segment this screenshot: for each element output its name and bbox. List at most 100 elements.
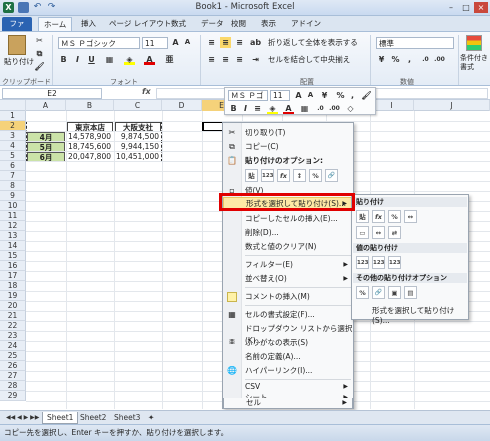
paste-option-button[interactable]: %	[309, 169, 322, 182]
menu-item-sort[interactable]: 並べ替え(O) ▶	[223, 273, 353, 285]
align-center-icon[interactable]: ≡	[220, 54, 231, 65]
paste-button[interactable]: 貼り付け	[4, 56, 34, 68]
shrink-font-icon[interactable]: A	[182, 37, 193, 48]
submenu-paste-special-item[interactable]: 形式を選択して貼り付け(S)...	[372, 305, 468, 325]
border-icon[interactable]: ▦	[104, 54, 115, 65]
row-header[interactable]: 19	[0, 291, 26, 301]
submenu-paste-button[interactable]: 貼	[356, 210, 369, 223]
select-all-corner[interactable]	[0, 100, 26, 111]
submenu-paste-button-row2[interactable]: ⇄	[388, 226, 401, 239]
column-header[interactable]: B	[66, 100, 114, 111]
column-header[interactable]: I	[370, 100, 414, 111]
sheet-nav-icon[interactable]: ◀◀ ◀ ▶ ▶▶	[2, 412, 43, 424]
conditional-format-icon[interactable]	[466, 35, 482, 51]
comma-icon[interactable]: ,	[404, 54, 415, 65]
increase-decimal-icon[interactable]: .0	[420, 54, 431, 65]
mini-font-color-icon[interactable]: A	[283, 103, 294, 114]
row-header[interactable]: 18	[0, 281, 26, 291]
tab-review[interactable]: 校閲	[226, 17, 251, 31]
row-header[interactable]: 4	[0, 141, 26, 151]
row-header[interactable]: 28	[0, 381, 26, 391]
mini-border-icon[interactable]: ▦	[299, 103, 310, 114]
submenu-other-button[interactable]: ▣	[388, 286, 401, 299]
row-header[interactable]: 16	[0, 261, 26, 271]
mini-eraser-icon[interactable]: ◇	[345, 103, 356, 114]
wrap-text-button[interactable]: 折り返して全体を表示する	[268, 37, 358, 49]
currency-icon[interactable]: ¥	[376, 54, 387, 65]
row-header[interactable]: 21	[0, 311, 26, 321]
name-box[interactable]: E2	[2, 88, 102, 99]
mini-size-select[interactable]: 11	[270, 90, 290, 101]
sheet-tab[interactable]: Sheet1	[42, 412, 79, 424]
row-header[interactable]: 3	[0, 131, 26, 141]
align-top-icon[interactable]: ≡	[206, 37, 217, 48]
row-header[interactable]: 10	[0, 201, 26, 211]
row-header[interactable]: 8	[0, 181, 26, 191]
align-right-icon[interactable]: ≡	[234, 54, 245, 65]
row-header[interactable]: 7	[0, 171, 26, 181]
menu-item-insert-copied[interactable]: コピーしたセルの挿入(E)...	[223, 213, 353, 225]
mini-percent-icon[interactable]: %	[335, 90, 346, 101]
menu-item-cell[interactable]: セル ▶	[223, 398, 353, 408]
row-header[interactable]: 13	[0, 231, 26, 241]
mini-italic-icon[interactable]: I	[240, 103, 251, 114]
format-painter-icon[interactable]: 🖌	[34, 61, 45, 72]
row-header[interactable]: 17	[0, 271, 26, 281]
align-left-icon[interactable]: ≡	[206, 54, 217, 65]
fill-color-icon[interactable]: ◈	[124, 54, 135, 65]
column-header[interactable]: D	[162, 100, 202, 111]
submenu-paste-button[interactable]: %	[388, 210, 401, 223]
row-header[interactable]: 1	[0, 111, 26, 121]
submenu-values-button[interactable]: 123	[388, 256, 401, 269]
italic-icon[interactable]: I	[72, 54, 83, 65]
menu-item-define-name[interactable]: 名前の定義(A)...	[223, 351, 353, 363]
decrease-decimal-icon[interactable]: .00	[434, 54, 445, 65]
paste-option-button[interactable]: ↕	[293, 169, 306, 182]
font-color-icon[interactable]: A	[144, 54, 155, 65]
mini-currency-icon[interactable]: ¥	[319, 90, 330, 101]
submenu-values-button[interactable]: 123	[356, 256, 369, 269]
menu-item-copy[interactable]: ⧉ コピー(C)	[223, 141, 353, 153]
menu-item-clear[interactable]: 数式と値のクリア(N)	[223, 241, 353, 253]
mini-decimal-dec-icon[interactable]: .00	[329, 103, 340, 114]
tab-home[interactable]: ホーム	[38, 17, 73, 31]
column-header[interactable]: A	[26, 100, 66, 111]
bold-icon[interactable]: B	[58, 54, 69, 65]
submenu-paste-button[interactable]: fx	[372, 210, 385, 223]
mini-font-select[interactable]: ＭＳ Ｐゴ	[228, 90, 268, 101]
menu-item-dropdown-list[interactable]: ドロップダウン リストから選択(K)...	[223, 323, 353, 345]
paste-option-button[interactable]: fx	[277, 169, 290, 182]
row-header[interactable]: 23	[0, 331, 26, 341]
cut-icon[interactable]: ✂	[34, 35, 45, 46]
mini-grow-font-icon[interactable]: A	[293, 90, 304, 101]
paste-option-button[interactable]: 貼	[245, 169, 258, 182]
submenu-paste-button-row2[interactable]: ▭	[356, 226, 369, 239]
sheet-tab[interactable]: Sheet3	[110, 412, 144, 424]
row-header[interactable]: 20	[0, 301, 26, 311]
row-header[interactable]: 2	[0, 121, 26, 131]
maximize-icon[interactable]: □	[459, 2, 473, 13]
row-header[interactable]: 5	[0, 151, 26, 161]
submenu-paste-button-row2[interactable]: ↔	[372, 226, 385, 239]
row-header[interactable]: 27	[0, 371, 26, 381]
indent-icon[interactable]: ⇥	[250, 54, 261, 65]
tab-formulas[interactable]: 数式	[166, 17, 191, 31]
paste-option-button[interactable]: 123	[261, 169, 274, 182]
align-bottom-icon[interactable]: ≡	[234, 37, 245, 48]
menu-item-hyperlink[interactable]: 🌐 ハイパーリンク(I)...	[223, 365, 353, 377]
tab-data[interactable]: データ	[196, 17, 229, 31]
tab-view[interactable]: 表示	[256, 17, 281, 31]
row-header[interactable]: 14	[0, 241, 26, 251]
row-header[interactable]: 9	[0, 191, 26, 201]
underline-icon[interactable]: U	[86, 54, 97, 65]
copy-icon[interactable]: ⧉	[34, 48, 45, 59]
mini-shrink-font-icon[interactable]: A	[305, 90, 316, 101]
merge-center-button[interactable]: セルを結合して中央揃え	[268, 54, 350, 66]
mini-decimal-icon[interactable]: .0	[315, 103, 326, 114]
new-sheet-icon[interactable]: ✦	[144, 412, 158, 424]
close-icon[interactable]: ×	[474, 2, 488, 13]
submenu-values-button[interactable]: 123	[372, 256, 385, 269]
conditional-format-button[interactable]: 条件付き書式	[460, 54, 490, 71]
column-header[interactable]: J	[414, 100, 490, 111]
submenu-other-button[interactable]: %	[356, 286, 369, 299]
